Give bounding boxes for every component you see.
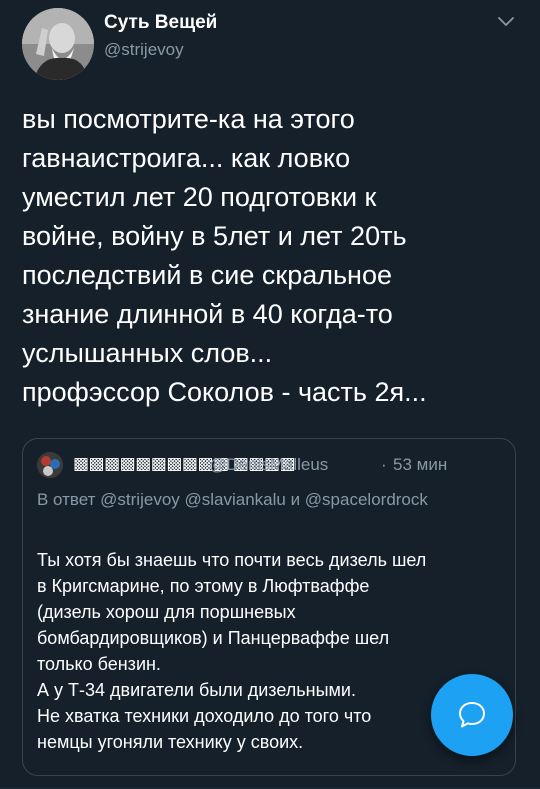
speech-bubble-icon bbox=[459, 702, 485, 728]
reply-to-line: В ответ @strijevoy @slaviankalu и @space… bbox=[37, 490, 428, 509]
man-portrait-avatar-icon bbox=[22, 8, 94, 80]
separator-dot: · bbox=[381, 455, 387, 474]
author-handle[interactable]: @strijevoy bbox=[104, 40, 184, 60]
chevron-down-icon[interactable] bbox=[494, 10, 518, 34]
compose-reply-button[interactable] bbox=[431, 674, 513, 756]
author-avatar[interactable] bbox=[22, 8, 94, 80]
quoted-avatar-icon bbox=[37, 452, 63, 478]
tweet-text: вы посмотрите-ка на этого гавнаистроига.… bbox=[22, 104, 427, 407]
quoted-avatar bbox=[37, 452, 63, 478]
tweet-header: Суть Вещей @strijevoy bbox=[0, 0, 540, 90]
quoted-timestamp: 53 мин bbox=[393, 455, 448, 474]
quoted-author-handle: @DenisMalleus bbox=[209, 455, 329, 474]
author-name[interactable]: Суть Вещей bbox=[104, 12, 217, 34]
